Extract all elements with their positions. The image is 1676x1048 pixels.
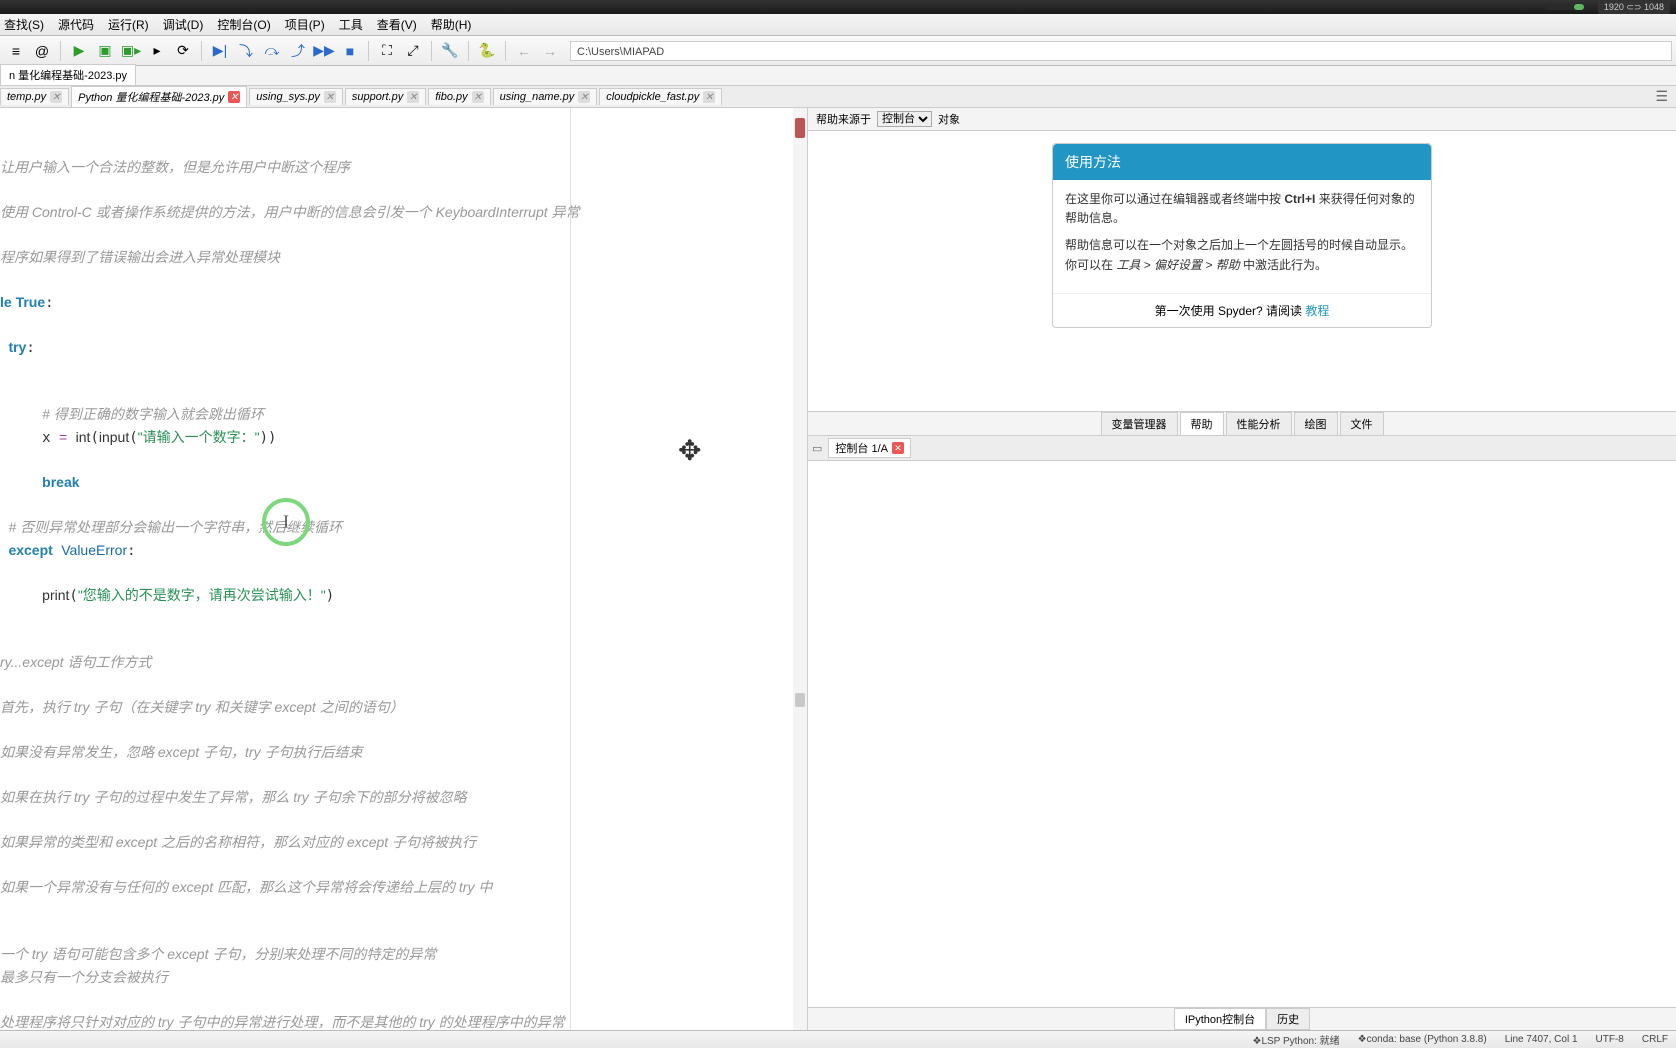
- status-conda[interactable]: ❖conda: base (Python 3.8.8): [1358, 1034, 1487, 1045]
- close-icon[interactable]: ✕: [407, 91, 419, 103]
- debug-stop-button[interactable]: ■: [338, 39, 362, 63]
- menu-console[interactable]: 控制台(O): [217, 16, 270, 33]
- help-object-label: 对象: [938, 111, 960, 127]
- help-text-1: 在这里你可以通过在编辑器或者终端中按 Ctrl+I 来获得任何对象的帮助信息。: [1065, 190, 1419, 228]
- maximize-button[interactable]: ⛶: [375, 39, 399, 63]
- help-card-title: 使用方法: [1053, 144, 1431, 180]
- help-card: 使用方法 在这里你可以通过在编辑器或者终端中按 Ctrl+I 来获得任何对象的帮…: [1052, 143, 1432, 328]
- close-icon[interactable]: ✕: [50, 91, 62, 103]
- close-icon[interactable]: ✕: [472, 91, 484, 103]
- menu-view[interactable]: 查看(V): [377, 16, 417, 33]
- status-lsp[interactable]: ❖LSP Python: 就绪: [1252, 1032, 1339, 1047]
- status-eol: CRLF: [1642, 1034, 1668, 1045]
- outline-icon[interactable]: ≡: [4, 39, 28, 63]
- debug-step-button[interactable]: ▶|: [208, 39, 232, 63]
- debug-over-button[interactable]: ⤼: [260, 39, 284, 63]
- vertical-scrollbar[interactable]: [793, 108, 807, 1030]
- tab-main[interactable]: Python 量化编程基础-2023.py✕: [71, 86, 247, 107]
- menu-help[interactable]: 帮助(H): [431, 16, 472, 33]
- status-encoding: UTF-8: [1596, 1034, 1624, 1045]
- tab-help[interactable]: 帮助: [1180, 412, 1224, 435]
- run-cell-advance-button[interactable]: ▣▸: [119, 39, 143, 63]
- tab-temp[interactable]: temp.py✕: [0, 88, 69, 105]
- window-titlebar: 1920 ⊂⊃ 1048: [0, 0, 1676, 14]
- tab-files[interactable]: 文件: [1340, 412, 1384, 435]
- tab-cloudpickle[interactable]: cloudpickle_fast.py✕: [599, 88, 722, 105]
- console-body[interactable]: [808, 461, 1676, 1007]
- menu-source[interactable]: 源代码: [58, 16, 94, 33]
- hamburger-icon[interactable]: ☰: [1655, 88, 1668, 105]
- menu-tools[interactable]: 工具: [339, 16, 363, 33]
- close-icon[interactable]: ✕: [892, 442, 904, 454]
- run-cell-button[interactable]: ▣: [93, 39, 117, 63]
- run-selection-button[interactable]: ▸: [145, 39, 169, 63]
- debug-into-button[interactable]: ⤵: [234, 39, 258, 63]
- working-directory[interactable]: C:\Users\MIAPAD: [570, 41, 1672, 61]
- right-pane: 帮助来源于 控制台 对象 使用方法 在这里你可以通过在编辑器或者终端中按 Ctr…: [807, 108, 1676, 1030]
- preferences-button[interactable]: 🔧: [438, 39, 462, 63]
- tab-fibo[interactable]: fibo.py✕: [428, 88, 490, 105]
- close-icon[interactable]: ✕: [228, 91, 240, 103]
- tab-ipython-console[interactable]: IPython控制台: [1174, 1008, 1266, 1030]
- console-tabs: ▭ 控制台 1/A✕: [808, 436, 1676, 461]
- help-body: 使用方法 在这里你可以通过在编辑器或者终端中按 Ctrl+I 来获得任何对象的帮…: [808, 131, 1676, 411]
- tab-history[interactable]: 历史: [1266, 1008, 1310, 1030]
- run-button[interactable]: ▶: [67, 39, 91, 63]
- tab-support[interactable]: support.py✕: [345, 88, 426, 105]
- editor-tab-row: n 量化编程基础-2023.py: [0, 66, 1676, 86]
- help-source-select[interactable]: 控制台: [877, 111, 932, 127]
- menu-find[interactable]: 查找(S): [4, 16, 44, 33]
- debug-out-button[interactable]: ⤴: [286, 39, 310, 63]
- tab-using-name[interactable]: using_name.py✕: [493, 88, 598, 105]
- help-header: 帮助来源于 控制台 对象: [808, 108, 1676, 131]
- editor-tab-name[interactable]: n 量化编程基础-2023.py: [0, 64, 136, 85]
- console-icon[interactable]: ▭: [812, 442, 822, 455]
- console-tab-1[interactable]: 控制台 1/A✕: [828, 438, 911, 458]
- close-icon[interactable]: ✕: [703, 91, 715, 103]
- bottom-tabs: IPython控制台 历史: [808, 1007, 1676, 1030]
- menu-run[interactable]: 运行(R): [108, 16, 149, 33]
- help-source-label: 帮助来源于: [816, 111, 871, 127]
- tutorial-link[interactable]: 教程: [1305, 304, 1329, 318]
- tab-plots[interactable]: 绘图: [1294, 412, 1338, 435]
- activity-bar: [1546, 4, 1586, 10]
- menubar: 查找(S) 源代码 运行(R) 调试(D) 控制台(O) 项目(P) 工具 查看…: [0, 14, 1676, 36]
- menu-project[interactable]: 项目(P): [285, 16, 325, 33]
- toolbar: ≡ @ ▶ ▣ ▣▸ ▸ ⟳ ▶| ⤵ ⤼ ⤴ ▶▶ ■ ⛶ ⤢ 🔧 🐍 ← →…: [0, 36, 1676, 66]
- help-text-2: 帮助信息可以在一个对象之后加上一个左圆括号的时候自动显示。 你可以在 工具 > …: [1065, 236, 1419, 274]
- python-path-button[interactable]: 🐍: [475, 39, 499, 63]
- main-area: 让用户输入一个合法的整数，但是允许用户中断这个程序 使用 Control-C 或…: [0, 108, 1676, 1030]
- file-tabs: temp.py✕ Python 量化编程基础-2023.py✕ using_sy…: [0, 86, 1676, 108]
- at-icon[interactable]: @: [30, 39, 54, 63]
- close-icon[interactable]: ✕: [324, 91, 336, 103]
- statusbar: ❖LSP Python: 就绪 ❖conda: base (Python 3.8…: [0, 1030, 1676, 1048]
- tab-var-explorer[interactable]: 变量管理器: [1101, 412, 1178, 435]
- debug-continue-button[interactable]: ▶▶: [312, 39, 336, 63]
- right-pane-tabs: 变量管理器 帮助 性能分析 绘图 文件: [808, 411, 1676, 436]
- menu-debug[interactable]: 调试(D): [163, 16, 204, 33]
- status-line-col: Line 7407, Col 1: [1505, 1034, 1578, 1045]
- back-button[interactable]: ←: [512, 39, 536, 63]
- move-cursor-icon: ✥: [678, 434, 701, 467]
- resolution-badge: 1920 ⊂⊃ 1048: [1598, 1, 1670, 14]
- tab-profiler[interactable]: 性能分析: [1226, 412, 1292, 435]
- help-footer: 第一次使用 Spyder? 请阅读 教程: [1053, 293, 1431, 327]
- forward-button[interactable]: →: [538, 39, 562, 63]
- code-editor[interactable]: 让用户输入一个合法的整数，但是允许用户中断这个程序 使用 Control-C 或…: [0, 108, 807, 1030]
- fullscreen-button[interactable]: ⤢: [401, 39, 425, 63]
- tab-using-sys[interactable]: using_sys.py✕: [249, 88, 343, 105]
- rerun-button[interactable]: ⟳: [171, 39, 195, 63]
- close-icon[interactable]: ✕: [578, 91, 590, 103]
